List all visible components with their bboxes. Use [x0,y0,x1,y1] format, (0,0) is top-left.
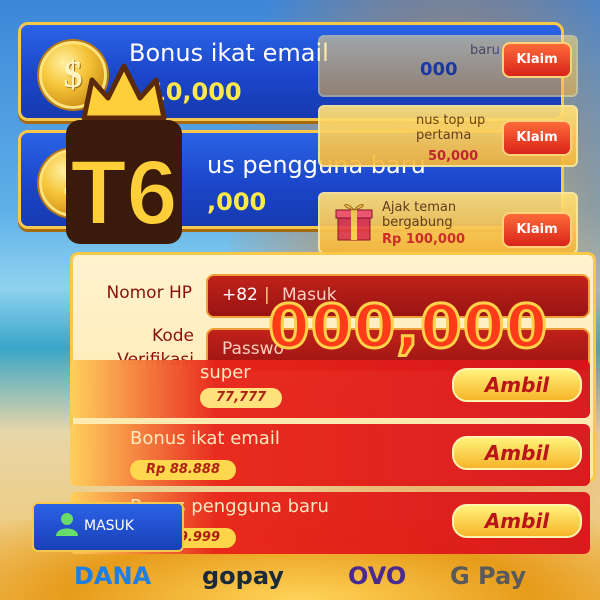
reward-title: super [200,362,251,383]
klaim-button[interactable]: Klaim [502,42,572,78]
login-button[interactable]: MASUK [32,502,184,552]
gopay-logo: gopay [202,562,284,590]
dana-logo: DANA [74,562,152,590]
phone-label: Nomor HP [106,283,192,303]
card-text: baru [470,43,500,58]
reward-amount: Rp 88.888 [130,460,237,480]
jackpot-number: 000,000 [266,291,549,364]
card-amount: 50,000 [428,149,479,164]
gpay-logo: G Pay [450,562,527,590]
klaim-button[interactable]: Klaim [502,120,572,156]
logo-text: T6 [70,142,177,244]
reward-amount: 77,777 [200,388,283,408]
ambil-button[interactable]: Ambil [452,504,582,538]
klaim-button[interactable]: Klaim [502,212,572,248]
card-amount: Rp 100,000 [382,232,466,247]
t6-logo: T6 [66,63,182,245]
card-amount: 000 [420,59,458,80]
ovo-logo: OVO [348,562,407,590]
banner-amount: ,000 [207,188,267,216]
code-label: Kode [152,326,194,346]
login-label: MASUK [84,518,134,534]
ambil-button[interactable]: Ambil [452,436,582,470]
country-code[interactable]: +82 [222,285,258,305]
ambil-button[interactable]: Ambil [452,368,582,402]
card-text: Ajak teman bergabung [382,200,457,230]
reward-title: Bonus ikat email [130,428,280,449]
gift-icon [335,204,373,241]
payment-methods: DANA gopay OVO G Pay [70,562,570,598]
user-icon [56,513,78,536]
